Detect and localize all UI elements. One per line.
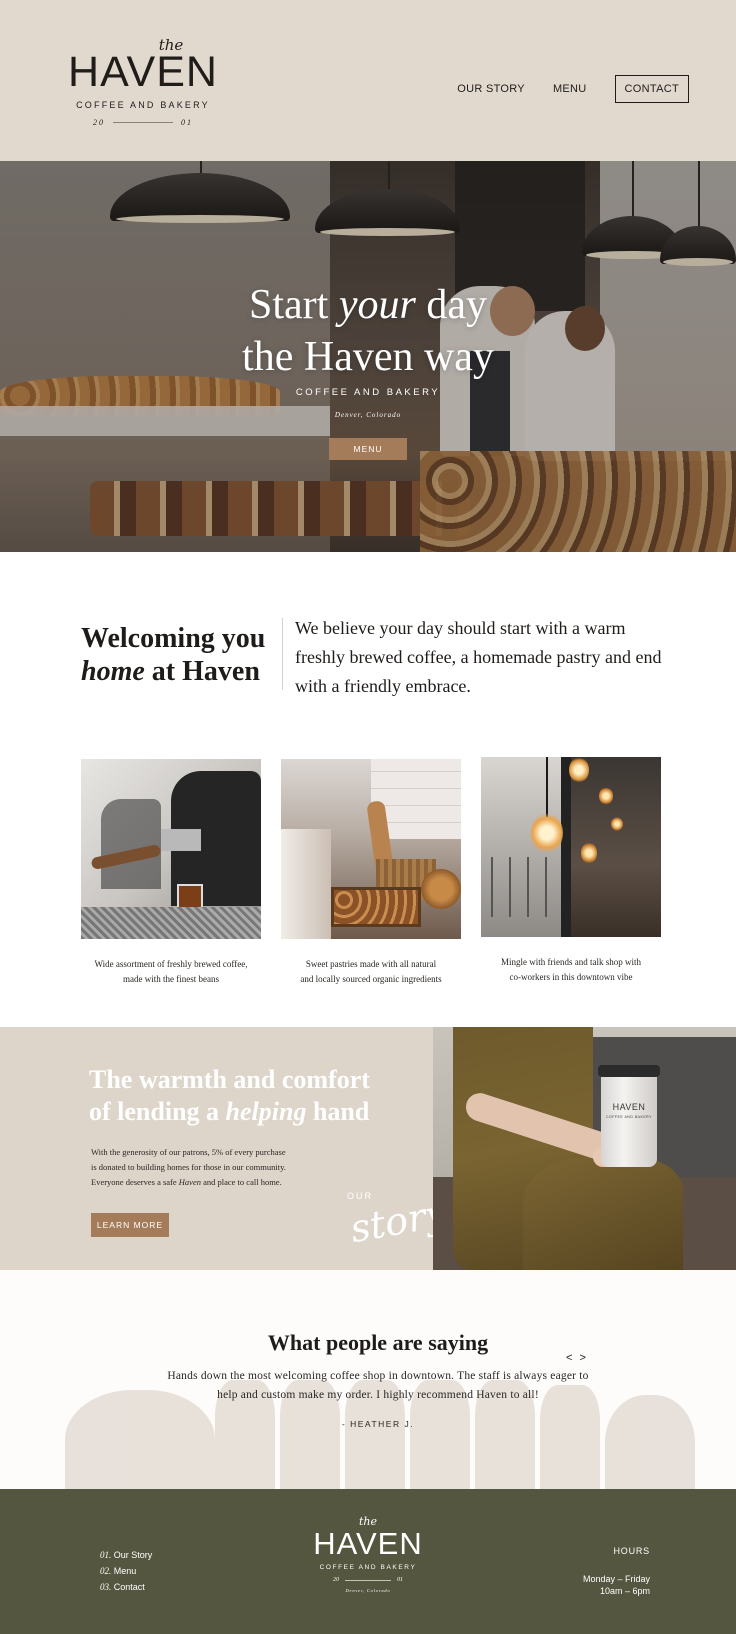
logo-year-end: 01	[181, 118, 193, 127]
hero-subtitle: COFFEE AND BAKERY	[295, 387, 441, 398]
testimonials-section: What people are saying < > Hands down th…	[0, 1270, 736, 1489]
feature-caption-line: Sweet pastries made with all natural	[305, 959, 437, 969]
footer-logo-name: HAVEN	[313, 1526, 423, 1561]
feature-caption-line: Mingle with friends and talk shop with	[501, 957, 641, 967]
nav-menu[interactable]: MENU	[553, 83, 587, 95]
story-text-line: With the generosity of our patrons, 5% o…	[91, 1147, 286, 1157]
welcome-title-line2: at Haven	[144, 656, 260, 687]
logo-tagline: COFFEE AND BAKERY	[76, 100, 210, 110]
story-title-italic: helping	[225, 1097, 307, 1126]
story-title-text: hand	[306, 1097, 370, 1126]
hero-location: Denver, Colorado	[334, 411, 402, 419]
footer-logo[interactable]: the HAVEN COFFEE AND BAKERY 20 01 Denver…	[302, 1515, 434, 1593]
hours-days: Monday – Friday	[582, 1574, 650, 1584]
story-title: The warmth and comfort of lending a help…	[89, 1064, 370, 1128]
feature-caption-line: co-workers in this downtown vibe	[509, 972, 633, 982]
hours-time: 10am – 6pm	[599, 1586, 650, 1596]
welcome-text: We believe your day should start with a …	[295, 618, 662, 696]
hero-menu-button[interactable]: MENU	[329, 438, 407, 460]
hours-detail: Monday – Friday 10am – 6pm	[583, 1573, 650, 1597]
story-panel: The warmth and comfort of lending a help…	[0, 1027, 450, 1270]
footer-logo-year-start: 20	[333, 1577, 339, 1583]
logo-year: 20 01	[56, 118, 230, 127]
welcome-divider	[282, 618, 283, 690]
story-text-italic: Haven	[178, 1177, 201, 1187]
footer-link-label: Contact	[111, 1582, 145, 1592]
logo-divider	[113, 122, 173, 123]
footer-nav: 01. Our Story 02. Menu 03. Contact	[100, 1547, 152, 1595]
footer-link-menu[interactable]: 02. Menu	[100, 1563, 152, 1579]
hero-title-italic: your	[338, 282, 416, 328]
cup-logo: HAVEN	[612, 1102, 646, 1112]
feature-atmosphere: Mingle with friends and talk shop with c…	[481, 757, 661, 985]
testimonial-arrows-icon[interactable]: < >	[566, 1352, 588, 1364]
story-section: The warmth and comfort of lending a help…	[0, 1027, 736, 1270]
story-text: With the generosity of our patrons, 5% o…	[91, 1145, 321, 1190]
story-text-line: Everyone deserves a safe	[91, 1177, 179, 1187]
footer-logo-location: Denver, Colorado	[345, 1588, 391, 1593]
story-title-line1: The warmth and comfort	[89, 1065, 370, 1094]
hours-title: HOURS	[613, 1546, 650, 1556]
hero-section: Start your day the Haven way COFFEE AND …	[0, 161, 736, 552]
logo-name: HAVEN	[68, 48, 218, 96]
footer-link-number: 02.	[100, 1566, 112, 1576]
footer-hours: HOURS Monday – Friday 10am – 6pm	[583, 1546, 650, 1597]
testimonial-quote: Hands down the most welcoming coffee sho…	[167, 1370, 589, 1401]
hero-content: Start your day the Haven way COFFEE AND …	[0, 279, 736, 460]
learn-more-button[interactable]: LEARN MORE	[91, 1213, 169, 1237]
hero-title: Start your day the Haven way	[0, 279, 736, 383]
pastries-counter-photo	[281, 759, 461, 939]
welcome-title-italic: home	[81, 656, 145, 687]
logo-the: the	[158, 36, 184, 54]
site-header: the HAVEN COFFEE AND BAKERY 20 01 OUR ST…	[0, 0, 736, 161]
hero-title-line2: the Haven way	[242, 334, 494, 380]
feature-caption: Mingle with friends and talk shop with c…	[481, 955, 661, 985]
logo-year-start: 20	[93, 118, 105, 127]
site-footer: 01. Our Story 02. Menu 03. Contact the H…	[0, 1489, 736, 1634]
footer-logo-divider	[345, 1579, 391, 1581]
hero-title-text: day	[415, 282, 487, 328]
espresso-machine-photo	[81, 759, 261, 939]
coffee-cup-icon	[601, 1071, 657, 1167]
footer-link-number: 01.	[100, 1550, 112, 1560]
feature-caption-line: and locally sourced organic ingredients	[300, 974, 442, 984]
feature-caption-line: made with the finest beans	[123, 974, 219, 984]
footer-logo-tagline: COFFEE AND BAKERY	[319, 1564, 417, 1571]
coffee-cup-photo: HAVEN COFFEE AND BAKERY	[433, 1027, 736, 1270]
feature-pastries: Sweet pastries made with all natural and…	[281, 759, 461, 987]
site-logo[interactable]: the HAVEN COFFEE AND BAKERY 20 01	[56, 36, 230, 128]
nav-our-story[interactable]: OUR STORY	[457, 83, 525, 95]
footer-link-number: 03.	[100, 1582, 112, 1592]
story-text-line: is donated to building homes for those i…	[91, 1162, 286, 1172]
testimonial-author: - HEATHER J.	[341, 1419, 415, 1429]
cafe-lights-photo	[481, 757, 661, 937]
testimonials-title: What people are saying	[267, 1330, 489, 1355]
story-text-line: and place to call home.	[200, 1177, 282, 1187]
feature-caption: Sweet pastries made with all natural and…	[281, 957, 461, 987]
feature-coffee: Wide assortment of freshly brewed coffee…	[81, 759, 261, 987]
footer-link-contact[interactable]: 03. Contact	[100, 1579, 152, 1595]
feature-caption-line: Wide assortment of freshly brewed coffee…	[94, 959, 248, 969]
hero-title-text: Start	[249, 282, 339, 328]
footer-link-our-story[interactable]: 01. Our Story	[100, 1547, 152, 1563]
footer-logo-year-end: 01	[397, 1577, 403, 1583]
footer-link-label: Our Story	[111, 1550, 153, 1560]
nav-contact-button[interactable]: CONTACT	[614, 75, 689, 103]
cup-logo-tagline: COFFEE AND BAKERY	[606, 1115, 652, 1119]
feature-caption: Wide assortment of freshly brewed coffee…	[81, 957, 261, 987]
footer-link-label: Menu	[111, 1566, 137, 1576]
footer-logo-year: 20 01	[302, 1577, 434, 1583]
footer-logo-the: the	[358, 1515, 377, 1528]
main-nav: OUR STORY MENU CONTACT	[457, 75, 689, 103]
welcome-title-line1: Welcoming you	[81, 623, 266, 654]
our-story-label: OUR	[347, 1191, 373, 1201]
welcome-title: Welcoming you home at Haven	[81, 622, 265, 688]
story-title-text: of lending a	[89, 1097, 226, 1126]
